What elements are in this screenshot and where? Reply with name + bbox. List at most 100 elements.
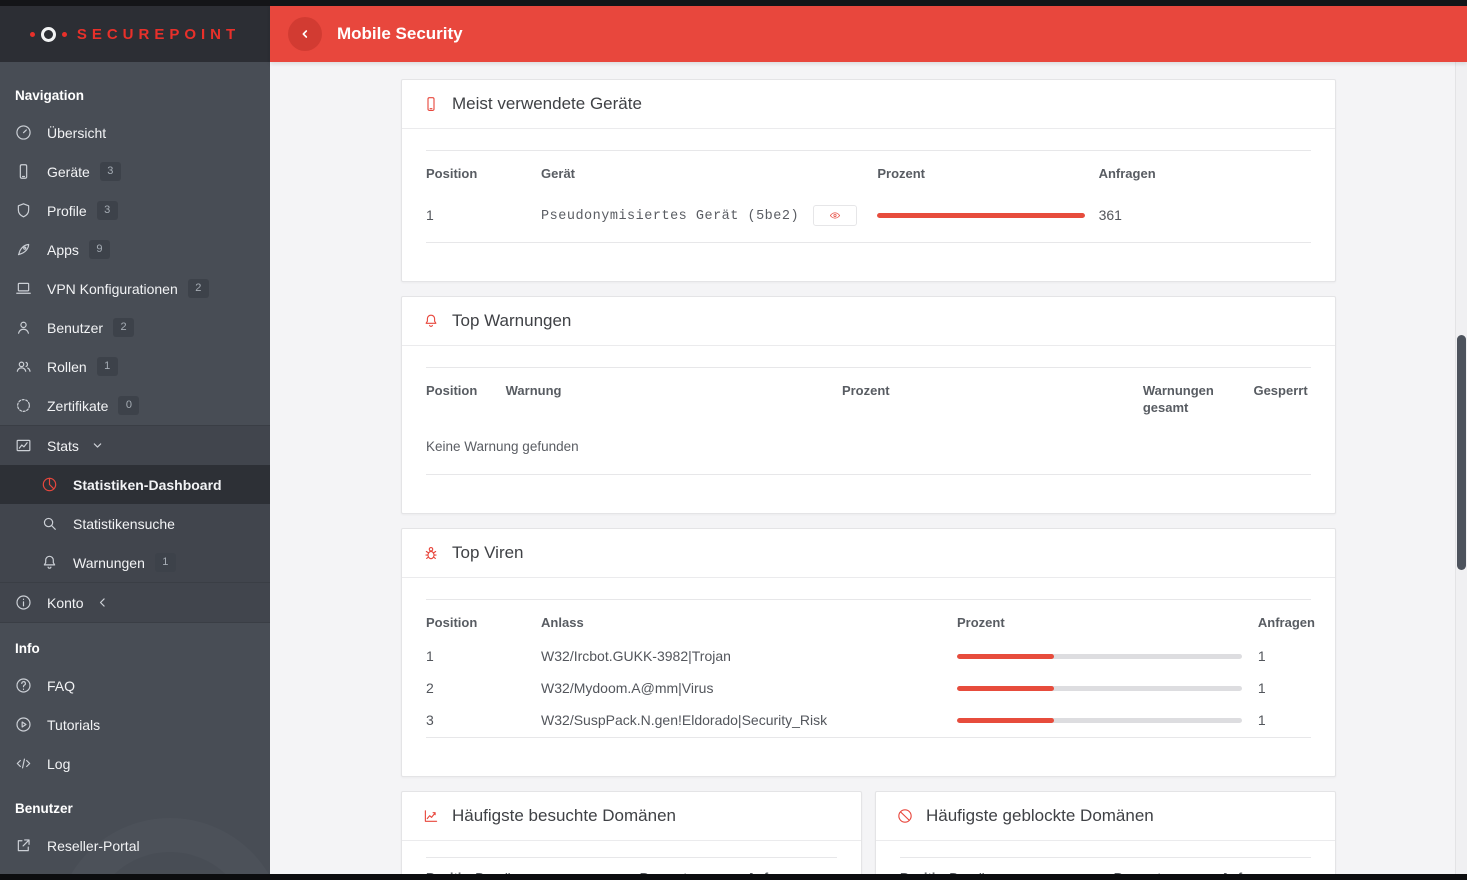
sidebar-item-zertifikate[interactable]: Zertifikate 0 xyxy=(0,386,270,425)
table-row: 2 W32/Mydoom.A@mm|Virus 1 xyxy=(426,673,1311,705)
scrollbar-thumb[interactable] xyxy=(1457,335,1466,570)
rocket-icon xyxy=(17,243,30,256)
count-badge: 3 xyxy=(99,162,121,181)
sidebar-item-label: Tutorials xyxy=(47,716,101,733)
view-device-button[interactable] xyxy=(813,204,858,226)
back-button[interactable] xyxy=(288,17,322,51)
bell-icon xyxy=(425,314,437,327)
cards-container: Meist verwendete Geräte Position Gerät Proz… xyxy=(401,79,1336,874)
column-header: Domäne xyxy=(949,858,1113,874)
sidebar-item-statistiken-dashboard[interactable]: Statistiken-Dashboard xyxy=(0,465,270,504)
column-header: Warnungen gesamt xyxy=(1142,382,1214,416)
sidebar-item-rollen[interactable]: Rollen 1 xyxy=(0,347,270,386)
sidebar-item-label: Apps xyxy=(47,241,79,258)
count-badge: 2 xyxy=(113,318,135,337)
sidebar-item-label: Zertifikate xyxy=(47,397,109,414)
table-header-row: PositionDomäneProzentAnfragen xyxy=(426,858,837,874)
column-header: Gesperrt xyxy=(1253,382,1308,398)
percent-bar-fill xyxy=(877,212,1086,218)
percent-bar-fill xyxy=(956,653,1054,659)
bell-icon xyxy=(43,555,56,569)
column-header: Warnung xyxy=(505,382,562,398)
sidebar-item-profile[interactable]: Profile 3 xyxy=(0,191,270,230)
sidebar-item-faq[interactable]: FAQ xyxy=(0,666,270,705)
column-header: Position xyxy=(426,166,478,181)
sidebar-item-label: Log xyxy=(47,755,71,772)
card-title: Häufigste geblockte Domänen xyxy=(926,806,1154,826)
table-cell: W32/SuspPack.N.gen!Eldorado|Security_Ris… xyxy=(541,712,828,729)
table-cell: W32/Mydoom.A@mm|Virus xyxy=(541,680,714,697)
column-header: Gerät xyxy=(541,166,576,181)
column-header: Anfragen xyxy=(747,858,837,874)
card-viruses: Top Viren Position Anlass Prozent Anfragen 1 W… xyxy=(401,527,1336,778)
stats-icon xyxy=(16,439,31,452)
user-icon xyxy=(17,321,30,334)
logo-dot-right-icon xyxy=(61,31,67,37)
table-row: 1 Pseudonymisiertes Gerät (5be2) 361 xyxy=(426,193,1311,243)
code-icon xyxy=(16,758,31,769)
sidebar-item-warnungen[interactable]: Warnungen 1 xyxy=(0,543,270,582)
sidebar-item-statistikensuche[interactable]: Statistikensuche xyxy=(0,504,270,543)
sidebar-item-log[interactable]: Log xyxy=(0,744,270,783)
table-header-row: Position Warnung Prozent Warnungen gesamt Ge… xyxy=(426,367,1311,427)
percent-bar-fill xyxy=(956,685,1054,691)
table-cell: 1 xyxy=(426,207,434,224)
sidebar-item-stats[interactable]: Stats xyxy=(0,426,270,465)
card-title: Häufigste besuchte Domänen xyxy=(452,806,676,826)
phone-icon xyxy=(19,164,28,179)
nav-section-label: Navigation xyxy=(15,88,85,103)
percent-bar xyxy=(956,653,1242,659)
external-link-icon xyxy=(17,839,30,852)
chart-line-icon xyxy=(424,810,438,822)
column-header: Prozent xyxy=(877,166,926,181)
sidebar-item-label: Geräte xyxy=(47,163,90,180)
securepoint-logo[interactable]: SECUREPOINT xyxy=(29,26,240,43)
stats-group: Stats Statistiken-Dashboard Statistikensuc… xyxy=(0,425,270,623)
sidebar-item-apps[interactable]: Apps 9 xyxy=(0,230,270,269)
info-icon xyxy=(16,595,31,610)
sidebar-item-benutzer[interactable]: Benutzer 2 xyxy=(0,308,270,347)
scrollbar[interactable] xyxy=(1455,62,1467,874)
sidebar-item-konto[interactable]: Konto xyxy=(0,583,270,622)
data-table: Position Anlass Prozent Anfragen 1 W32/Ircbot… xyxy=(426,598,1315,739)
card-header: Meist verwendete Geräte xyxy=(402,80,1335,129)
column-header: Prozent xyxy=(841,382,890,398)
table-cell: 3 xyxy=(426,712,434,729)
percent-bar xyxy=(956,717,1242,723)
table-cell: 1 xyxy=(1257,680,1266,697)
count-badge: 3 xyxy=(96,201,118,220)
logo-dot-left-icon xyxy=(29,31,35,37)
column-header: Anfragen xyxy=(1221,858,1311,874)
table-row: 3 W32/SuspPack.N.gen!Eldorado|Security_Ri… xyxy=(426,705,1311,738)
table-header-row: Position Anlass Prozent Anfragen xyxy=(426,599,1315,641)
table-cell: 1 xyxy=(426,648,434,665)
data-table: PositionDomäneProzentAnfragen1spiegel.de… xyxy=(426,857,837,874)
percent-bar xyxy=(956,685,1242,691)
column-header: Prozent xyxy=(640,858,747,874)
sidebar-item-übersicht[interactable]: Übersicht xyxy=(0,113,270,152)
data-table: PositionDomäneProzentAnfragen1meetrics.n… xyxy=(900,857,1311,874)
card-visited-domains: Häufigste besuchte Domänen PositionDomäne… xyxy=(401,791,862,874)
bug-icon xyxy=(425,546,437,559)
sidebar-item-tutorials[interactable]: Tutorials xyxy=(0,705,270,744)
column-header: Position xyxy=(426,858,477,874)
column-header: Position xyxy=(426,614,478,630)
card-title: Top Warnungen xyxy=(452,310,572,330)
top-edge xyxy=(0,0,1467,6)
sidebar-item-label: Warnungen xyxy=(73,554,145,571)
sidebar-nav: Navigation Übersicht Geräte 3 Profile 3 Apps 9 V… xyxy=(0,62,270,874)
column-header: Position xyxy=(426,382,478,398)
sidebar-item-label: Statistikensuche xyxy=(73,515,175,532)
card-title: Meist verwendete Geräte xyxy=(452,94,642,113)
card-body: Position Gerät Prozent Anfragen 1 Pseudonymis… xyxy=(402,129,1335,281)
sidebar-item-vpn-konfigurationen[interactable]: VPN Konfigurationen 2 xyxy=(0,269,270,308)
topbar: Mobile Security xyxy=(270,6,1467,62)
sidebar-item-label: FAQ xyxy=(47,677,76,694)
card-body: PositionDomäneProzentAnfragen1meetrics.n… xyxy=(876,841,1335,874)
phone-icon xyxy=(427,97,435,111)
play-circle-icon xyxy=(16,717,31,732)
table-row: 1 W32/Ircbot.GUKK-3982|Trojan 1 xyxy=(426,641,1311,673)
count-badge: 1 xyxy=(154,553,176,572)
sidebar-item-geräte[interactable]: Geräte 3 xyxy=(0,152,270,191)
table-cell: W32/Ircbot.GUKK-3982|Trojan xyxy=(541,648,731,665)
